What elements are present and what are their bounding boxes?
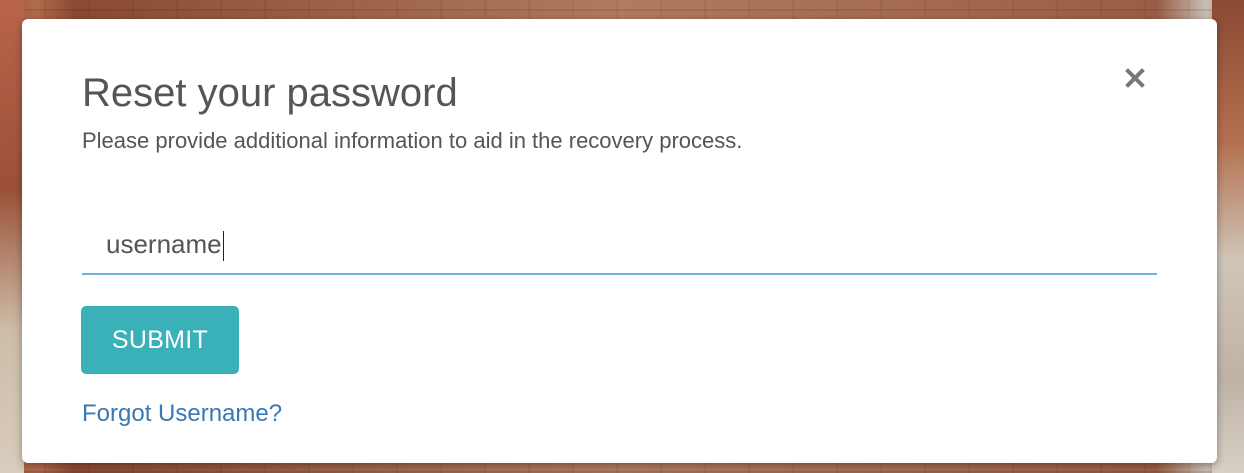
background-wall-left (0, 0, 24, 473)
username-value-text: username (106, 229, 222, 259)
dialog-title: Reset your password (82, 71, 458, 115)
reset-password-dialog: Reset your password Please provide addit… (22, 19, 1217, 463)
close-icon[interactable] (1122, 65, 1148, 91)
submit-button[interactable]: SUBMIT (81, 306, 239, 374)
username-field[interactable]: username (82, 219, 1157, 275)
text-caret (222, 231, 224, 262)
username-input-value: username (106, 227, 224, 262)
close-icon-glyph (1125, 68, 1145, 88)
dialog-subtitle: Please provide additional information to… (82, 128, 743, 153)
forgot-username-link[interactable]: Forgot Username? (82, 399, 282, 429)
